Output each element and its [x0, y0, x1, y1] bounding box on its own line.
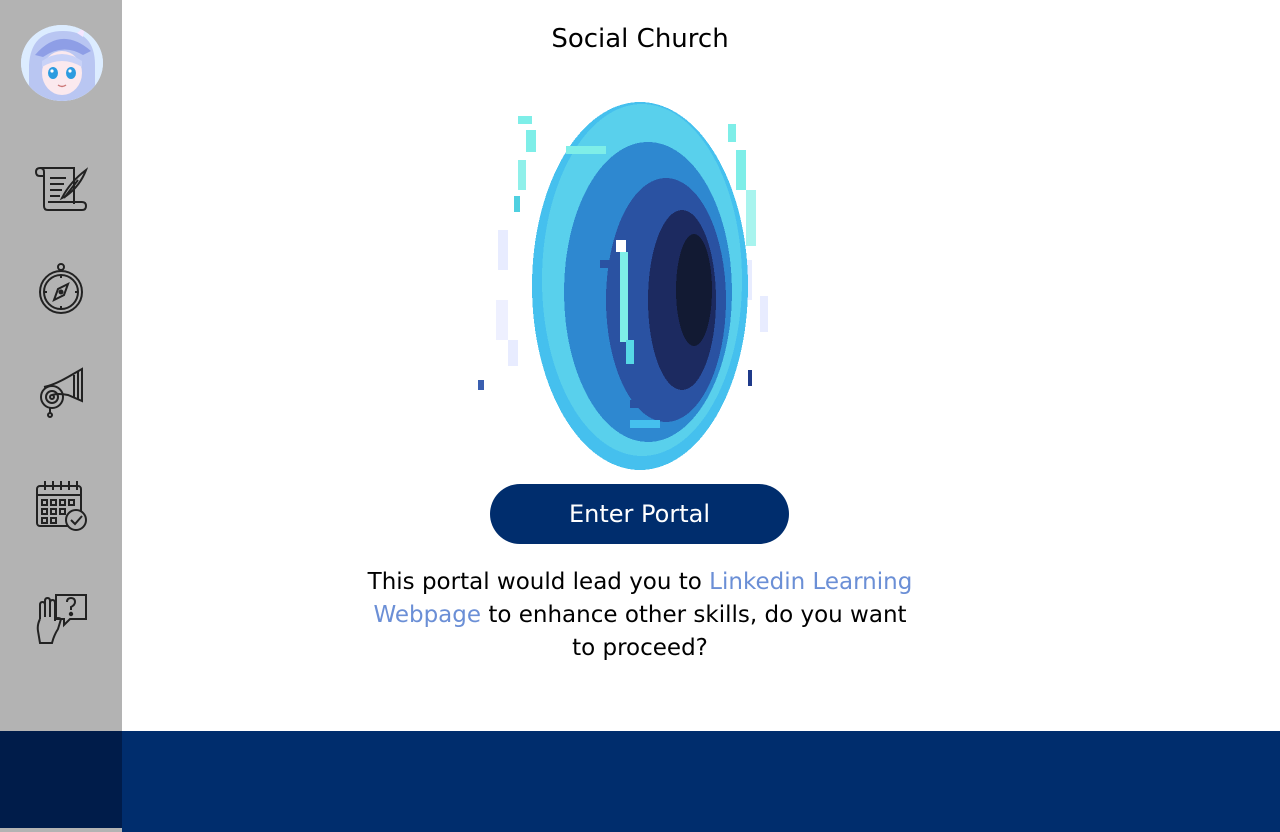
- horn-icon: [40, 367, 83, 418]
- sidebar: [0, 0, 122, 832]
- sidebar-item-horn[interactable]: [33, 364, 89, 420]
- sidebar-item-scroll[interactable]: [33, 159, 89, 215]
- description-text-before: This portal would lead you to: [367, 569, 710, 595]
- sidebar-item-calendar[interactable]: [33, 477, 89, 533]
- avatar-image: [21, 25, 103, 101]
- calendar-check-icon: [36, 481, 87, 531]
- description-text-after: to enhance other skills, do you want to …: [481, 602, 907, 661]
- enter-portal-button[interactable]: Enter Portal: [490, 484, 789, 544]
- compass-icon: [39, 263, 83, 314]
- portal-image: [470, 100, 780, 472]
- app-root: Social Church Enter Portal This portal w…: [0, 0, 1280, 832]
- scroll-quill-icon: [34, 167, 88, 211]
- sidebar-item-compass[interactable]: [33, 261, 89, 317]
- sidebar-footer: [0, 731, 122, 828]
- portal-description: This portal would lead you to Linkedin L…: [360, 566, 920, 665]
- avatar[interactable]: [21, 25, 103, 101]
- footer-band: [122, 731, 1280, 832]
- sidebar-item-help[interactable]: [33, 590, 89, 646]
- page-title: Social Church: [551, 24, 729, 54]
- raised-hand-question-icon: [36, 594, 87, 644]
